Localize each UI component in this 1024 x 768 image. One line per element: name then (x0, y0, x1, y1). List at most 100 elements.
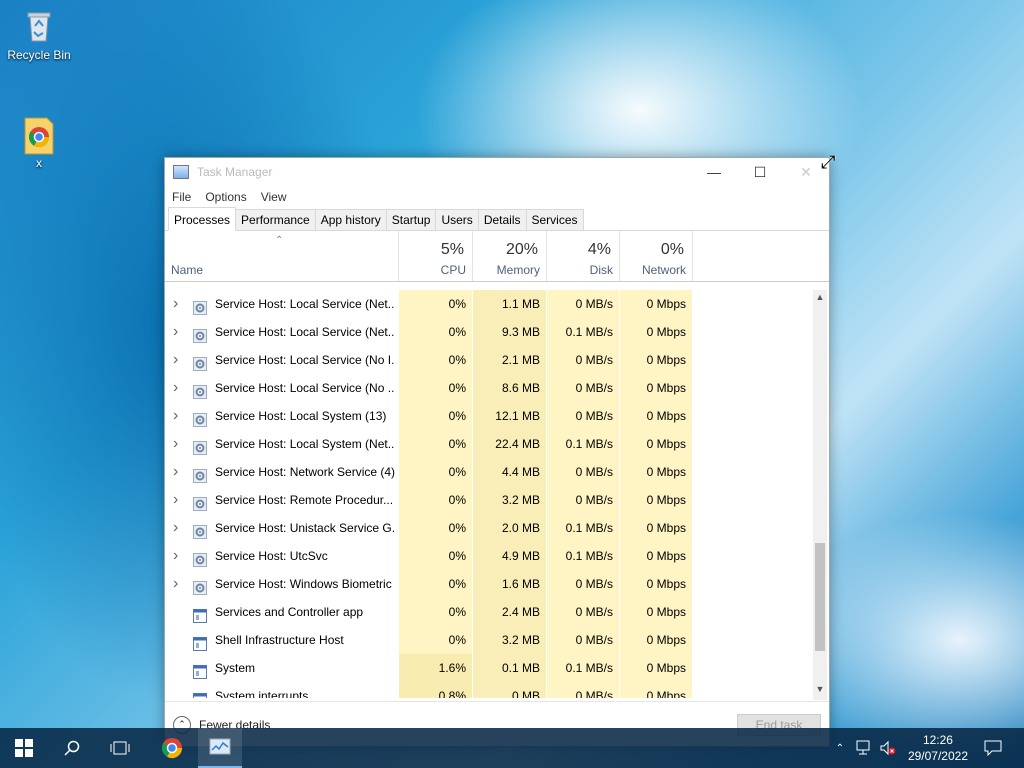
column-header-memory[interactable]: 20% Memory (473, 231, 547, 281)
table-row[interactable]: Services and Controller app 0% 2.4 MB 0 MB/… (165, 598, 815, 626)
tab-startup[interactable]: Startup (385, 209, 437, 230)
scroll-down-icon[interactable]: ▼ (813, 684, 827, 698)
recycle-bin-icon (21, 8, 57, 44)
gear-icon (193, 381, 207, 399)
notifications-button[interactable] (978, 728, 1008, 768)
table-row[interactable]: Shell Infrastructure Host 0% 3.2 MB 0 MB/s 0… (165, 626, 815, 654)
action-center-icon (984, 740, 1002, 756)
table-row[interactable]: › Service Host: Local Service (No I... 0% 2… (165, 346, 815, 374)
disk-cell: 0 MB/s (547, 486, 619, 514)
network-icon[interactable] (852, 728, 876, 768)
table-row[interactable]: System interrupts 0.8% 0 MB 0 MB/s 0 Mbps (165, 682, 815, 698)
memory-cell: 8.6 MB (473, 374, 546, 402)
scrollbar-thumb[interactable] (815, 543, 825, 651)
column-header-name[interactable]: ⌃ Name (165, 231, 399, 281)
network-cell: 0 Mbps (620, 626, 692, 654)
taskbar-task-manager[interactable] (198, 728, 242, 768)
chevron-right-icon[interactable]: › (173, 346, 178, 374)
chevron-right-icon[interactable]: › (173, 514, 178, 542)
process-name-cell: › Service Host: Windows Biometric (165, 570, 398, 598)
taskbar-chrome[interactable] (150, 728, 194, 768)
menu-bar: File Options View (165, 186, 829, 208)
scroll-up-icon[interactable]: ▲ (813, 292, 827, 306)
minimize-button[interactable]: — (691, 158, 737, 186)
process-name: Service Host: Local Service (Net... (215, 325, 395, 339)
title-bar[interactable]: Task Manager — ☐ ✕ (165, 158, 829, 186)
process-name-cell: System interrupts (165, 682, 398, 698)
chevron-right-icon[interactable]: › (173, 570, 178, 598)
desktop-icon-label: Recycle Bin (7, 48, 71, 62)
table-row[interactable]: › Service Host: Local Service (Net... 0% 1.… (165, 290, 815, 318)
search-icon (64, 740, 80, 756)
process-name-cell: › Service Host: Local Service (No I... (165, 346, 398, 374)
tab-details[interactable]: Details (477, 209, 527, 230)
desktop-icon-recycle-bin[interactable]: Recycle Bin (4, 8, 74, 62)
disk-cell: 0 MB/s (547, 458, 619, 486)
memory-cell: 2.0 MB (473, 514, 546, 542)
cpu-cell: 1.6% (399, 654, 472, 682)
task-view-button[interactable] (100, 728, 140, 768)
network-cell: 0 Mbps (620, 346, 692, 374)
desktop-icon-label: x (36, 156, 42, 170)
memory-cell: 9.3 MB (473, 318, 546, 346)
table-row[interactable]: › Service Host: Windows Biometric 0% 1.6 MB… (165, 570, 815, 598)
gear-icon (193, 409, 207, 427)
column-header-network[interactable]: 0% Network (620, 231, 693, 281)
table-row[interactable]: › Service Host: Remote Procedur... 0% 3.2 M… (165, 486, 815, 514)
desktop-icon-chrome-shortcut[interactable]: x (4, 116, 74, 170)
tab-services[interactable]: Services (525, 209, 584, 230)
table-row[interactable]: › Service Host: Local Service (Net... 0% 9.… (165, 318, 815, 346)
gear-icon (193, 325, 207, 343)
menu-view[interactable]: View (261, 190, 287, 204)
table-row[interactable]: › Service Host: Local System (13) 0% 12.1 M… (165, 402, 815, 430)
table-row[interactable]: › Service Host: Unistack Service G... 0% 2.… (165, 514, 815, 542)
column-headers: ⌃ Name 5% CPU 20% Memory 4% Disk 0% Netw… (165, 231, 829, 282)
chevron-right-icon[interactable]: › (173, 486, 178, 514)
chevron-right-icon[interactable]: › (173, 318, 178, 346)
cpu-cell: 0% (399, 598, 472, 626)
disk-cell: 0 MB/s (547, 570, 619, 598)
maximize-button[interactable]: ☐ (737, 158, 783, 186)
tab-users[interactable]: Users (435, 209, 479, 230)
clock[interactable]: 12:26 29/07/2022 (908, 732, 968, 764)
disk-cell: 0.1 MB/s (547, 318, 619, 346)
process-name-cell: › Service Host: Unistack Service G... (165, 514, 398, 542)
tab-processes[interactable]: Processes (168, 207, 237, 231)
table-row[interactable]: › Service Host: Local System (Net... 0% 22.… (165, 430, 815, 458)
chevron-right-icon[interactable]: › (173, 542, 178, 570)
search-button[interactable] (52, 728, 92, 768)
tab-performance[interactable]: Performance (235, 209, 316, 230)
network-cell: 0 Mbps (620, 402, 692, 430)
process-name: Service Host: Local System (Net... (215, 437, 395, 451)
process-name: Service Host: Local System (13) (215, 409, 387, 423)
volume-muted-icon[interactable] (876, 728, 900, 768)
chevron-right-icon[interactable]: › (173, 402, 178, 430)
gear-icon (193, 493, 207, 511)
table-row[interactable]: › Service Host: UtcSvc 0% 4.9 MB 0.1 MB/s 0 M… (165, 542, 815, 570)
chevron-right-icon[interactable]: › (173, 374, 178, 402)
start-button[interactable] (4, 728, 44, 768)
gear-icon (193, 549, 207, 567)
chevron-right-icon[interactable]: › (173, 290, 178, 318)
process-name: Shell Infrastructure Host (215, 633, 344, 647)
menu-options[interactable]: Options (205, 190, 246, 204)
cpu-cell: 0% (399, 486, 472, 514)
tab-app-history[interactable]: App history (314, 209, 387, 230)
column-header-disk[interactable]: 4% Disk (547, 231, 620, 281)
menu-file[interactable]: File (172, 190, 191, 204)
column-header-cpu[interactable]: 5% CPU (399, 231, 473, 281)
table-row[interactable]: › Service Host: Network Service (4) 0% 4.4 … (165, 458, 815, 486)
table-row[interactable]: › Service Host: Local Service (No ... 0% 8.… (165, 374, 815, 402)
show-hidden-icons-chevron-icon[interactable]: ⌃ (830, 728, 850, 768)
disk-cell: 0.1 MB/s (547, 542, 619, 570)
clock-time: 12:26 (922, 733, 953, 747)
process-name-cell: › Service Host: Local System (13) (165, 402, 398, 430)
resize-cursor-icon: ⤢ (821, 152, 836, 172)
chevron-right-icon[interactable]: › (173, 458, 178, 486)
process-name: Service Host: Network Service (4) (215, 465, 395, 479)
task-manager-icon (173, 165, 189, 179)
chrome-shortcut-icon (21, 116, 57, 155)
vertical-scrollbar[interactable]: ▲ ▼ (813, 290, 827, 700)
table-row[interactable]: System 1.6% 0.1 MB 0.1 MB/s 0 Mbps (165, 654, 815, 682)
chevron-right-icon[interactable]: › (173, 430, 178, 458)
